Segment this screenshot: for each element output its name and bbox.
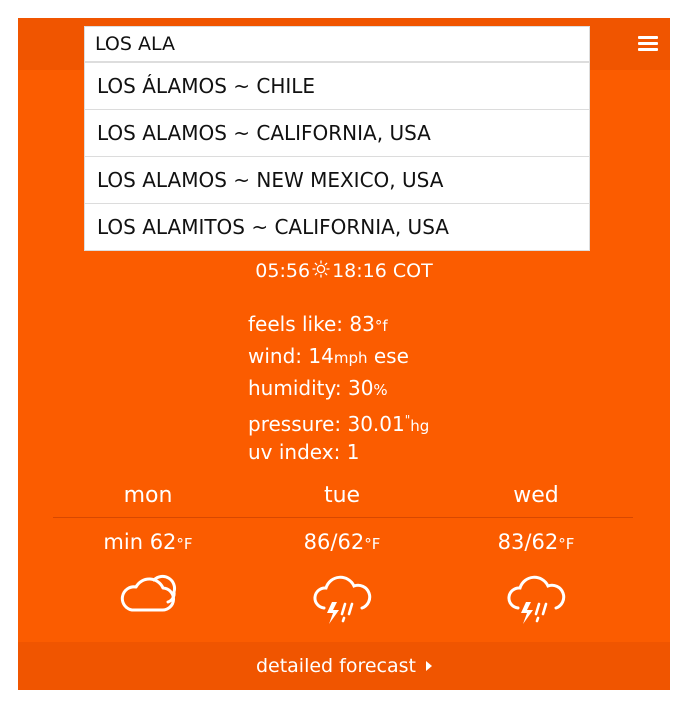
forecast-day-wed: wed xyxy=(513,483,559,508)
hamburger-menu-icon[interactable] xyxy=(638,36,658,53)
location-search-input[interactable] xyxy=(85,27,589,61)
sun-icon xyxy=(312,260,330,283)
feels-like-value: 83 xyxy=(349,312,375,336)
forecast-divider xyxy=(53,517,633,518)
location-search-box[interactable] xyxy=(84,26,590,62)
forecast-day-tue: tue xyxy=(323,483,361,508)
suggestion-item[interactable]: LOS ALAMOS ~ NEW MEXICO, USA xyxy=(85,157,589,204)
current-details: feels like: 83°f wind: 14mph ese humidit… xyxy=(248,308,429,468)
weather-widget: LOS ÁLAMOS ~ CHILE LOS ALAMOS ~ CALIFORN… xyxy=(18,18,670,690)
thunderstorm-icon xyxy=(312,572,372,634)
timezone: COT xyxy=(392,260,433,282)
thunderstorm-icon xyxy=(506,572,566,634)
wind-row: wind: 14mph ese xyxy=(248,344,409,368)
forecast-temp-mon: min 62°F xyxy=(103,530,193,554)
caret-right-icon xyxy=(426,661,433,671)
wind-value: 14 xyxy=(308,344,334,368)
pressure-value: 30.01 xyxy=(347,412,405,436)
sunrise-time: 05:56 xyxy=(255,260,311,282)
detailed-forecast-link[interactable]: detailed forecast xyxy=(18,642,670,690)
suggestion-item[interactable]: LOS ÁLAMOS ~ CHILE xyxy=(85,63,589,110)
uv-index-value: 1 xyxy=(346,440,360,464)
uv-index-row: uv index: 1 xyxy=(248,440,360,464)
suggestion-item[interactable]: LOS ALAMITOS ~ CALIFORNIA, USA xyxy=(85,204,589,250)
humidity-value: 30 xyxy=(347,376,374,400)
suggestion-item[interactable]: LOS ALAMOS ~ CALIFORNIA, USA xyxy=(85,110,589,157)
wind-direction: ese xyxy=(367,344,409,368)
feels-like-row: feels like: 83°f xyxy=(248,312,388,336)
forecast-temp-tue: 86/62°F xyxy=(303,530,381,554)
pressure-row: pressure: 30.01"hg xyxy=(248,412,430,436)
forecast-temp-wed: 83/62°F xyxy=(497,530,575,554)
suggestion-dropdown: LOS ÁLAMOS ~ CHILE LOS ALAMOS ~ CALIFORN… xyxy=(84,62,590,251)
humidity-row: humidity: 30% xyxy=(248,376,388,400)
forecast-day-mon: mon xyxy=(123,483,173,508)
cloud-icon xyxy=(118,570,178,620)
bottom-bar: detailed forecast xyxy=(18,642,670,690)
sunset-time: 18:16 xyxy=(332,260,387,282)
sun-times: 05:56 18:16 COT xyxy=(18,260,670,283)
